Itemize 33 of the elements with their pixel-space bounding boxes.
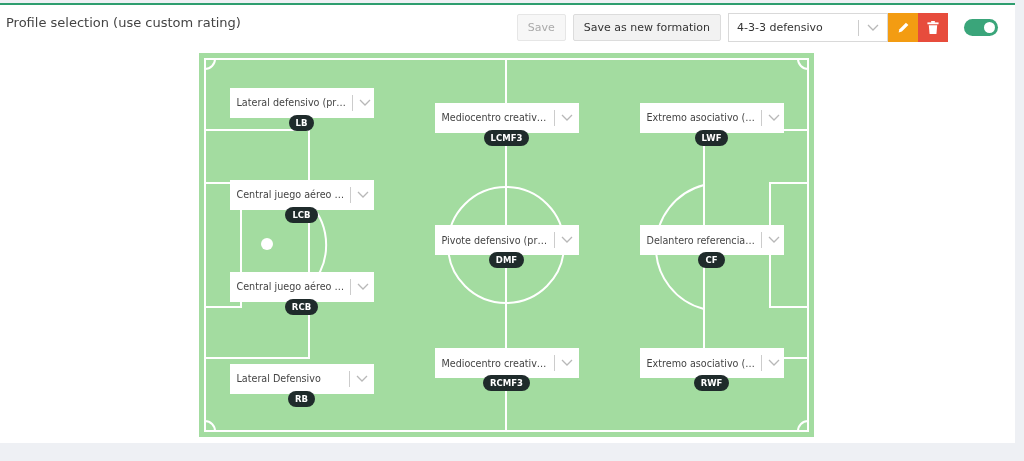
chevron-down-icon — [355, 374, 368, 383]
role-select[interactable]: Central juego aéreo … — [229, 179, 374, 210]
role-select[interactable]: Mediocentro creativ… — [434, 102, 579, 133]
chevron-down-icon — [560, 359, 573, 368]
role-select[interactable]: Central juego aéreo … — [229, 271, 374, 302]
position-badge: DMF — [488, 252, 525, 269]
delete-button[interactable] — [918, 13, 948, 42]
role-select[interactable]: Delantero referencia… — [639, 225, 784, 256]
position-badge: RWF — [693, 375, 730, 392]
chevron-down-icon — [867, 23, 879, 32]
chevron-down-icon — [767, 113, 780, 122]
chevron-down-icon — [560, 113, 573, 122]
save-as-button[interactable]: Save as new formation — [572, 14, 721, 41]
chevron-down-icon — [767, 236, 780, 245]
chevron-down-icon — [357, 190, 370, 199]
position-badge: RCMF3 — [483, 375, 530, 392]
formation-select[interactable]: 4-3-3 defensivo — [728, 13, 888, 42]
role-select[interactable]: Extremo asociativo (… — [639, 348, 784, 379]
edit-button[interactable] — [888, 13, 918, 42]
role-select[interactable]: Lateral Defensivo — [229, 363, 374, 394]
role-select[interactable]: Extremo asociativo (… — [639, 102, 784, 133]
role-select[interactable]: Pivote defensivo (pr… — [434, 225, 579, 256]
chevron-down-icon — [767, 359, 780, 368]
position-badge: CF — [698, 252, 725, 269]
pencil-icon — [896, 21, 910, 34]
toggle-switch[interactable] — [964, 19, 998, 36]
chevron-down-icon — [560, 236, 573, 245]
chevron-down-icon — [357, 282, 370, 291]
role-select[interactable]: Lateral defensivo (pr… — [229, 87, 374, 118]
role-select[interactable]: Mediocentro creativ… — [434, 348, 579, 379]
section-title: Profile selection (use custom rating) — [6, 15, 241, 30]
chevron-down-icon — [358, 98, 371, 107]
trash-icon — [927, 21, 939, 34]
